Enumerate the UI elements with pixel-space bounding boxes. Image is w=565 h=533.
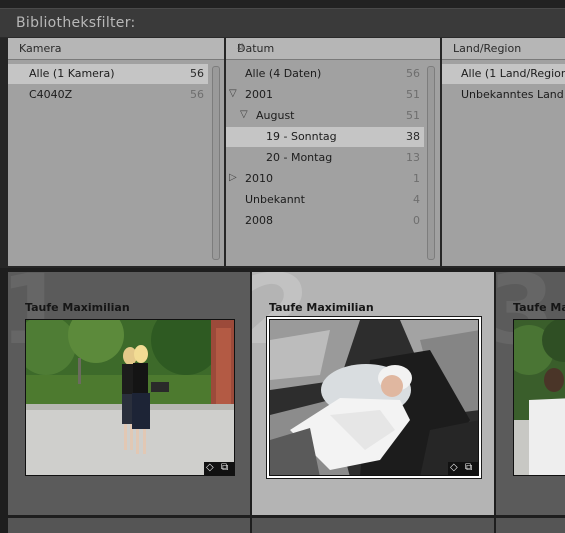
column-header-date[interactable]: Datum ⇵ xyxy=(226,38,440,60)
cell-title: Taufe Maximilian xyxy=(513,301,565,314)
filter-bar-title[interactable]: Bibliotheksfilter: xyxy=(0,8,565,38)
list-item[interactable]: ▽ 2001 51 xyxy=(226,85,424,105)
scrollbar[interactable] xyxy=(427,66,435,260)
triangle-down-icon[interactable]: ▽ xyxy=(229,88,237,99)
list-item-count: 56 xyxy=(190,88,204,101)
next-row-edge xyxy=(0,518,565,533)
list-item-count: 56 xyxy=(190,67,204,80)
tag-icon[interactable]: ◇ xyxy=(206,462,214,473)
list-item-label: Unbekanntes Land / Region xyxy=(461,88,565,101)
triangle-down-icon[interactable]: ▽ xyxy=(240,109,248,120)
photo-garden-scene xyxy=(26,320,234,475)
thumbnail-badges: ◇ ⧉ xyxy=(448,462,478,475)
list-item-label: Alle (4 Daten) xyxy=(245,67,322,80)
stack-icon[interactable]: ⧉ xyxy=(465,462,472,473)
photo-people-outdoors xyxy=(514,320,565,475)
list-item[interactable]: 20 - Montag 13 xyxy=(226,148,424,168)
column-country: Land/Region Alle (1 Land/Region) Unbekan… xyxy=(442,38,565,266)
list-item-label: Unbekannt xyxy=(245,193,305,206)
list-item-label: 19 - Sonntag xyxy=(266,130,337,143)
list-item-label: Alle (1 Land/Region) xyxy=(461,67,565,80)
grid-cell[interactable]: 1 Taufe Maximilian ◇ ⧉ xyxy=(8,272,250,515)
sort-icon[interactable]: ⇵ xyxy=(237,43,434,53)
thumbnail-image[interactable] xyxy=(513,319,565,476)
list-item-label: Alle (1 Kamera) xyxy=(29,67,115,80)
grid-cell-selected[interactable]: 2 Taufe Maximilian ◇ ⧉ xyxy=(252,272,494,515)
list-item[interactable]: Alle (4 Daten) 56 xyxy=(226,64,424,84)
list-item-count: 4 xyxy=(413,193,420,206)
stack-icon[interactable]: ⧉ xyxy=(221,462,228,473)
thumbnail-grid: 1 Taufe Maximilian ◇ ⧉ Taufe Maximilian … xyxy=(0,268,565,533)
list-item[interactable]: Alle (1 Land/Region) xyxy=(442,64,565,84)
list-item-count: 0 xyxy=(413,214,420,227)
list-item-count: 51 xyxy=(406,109,420,122)
tag-icon[interactable]: ◇ xyxy=(450,462,458,473)
list-item-count: 38 xyxy=(406,130,420,143)
grid-cell[interactable]: 3 Taufe Maximilian xyxy=(496,272,565,515)
list-item-count: 13 xyxy=(406,151,420,164)
triangle-right-icon[interactable]: ▷ xyxy=(229,172,237,183)
list-item-label: August xyxy=(256,109,295,122)
column-header-country[interactable]: Land/Region xyxy=(442,38,565,60)
list-item-count: 1 xyxy=(413,172,420,185)
list-item-label: 2008 xyxy=(245,214,273,227)
cell-title: Taufe Maximilian xyxy=(25,301,130,314)
list-item[interactable]: Unbekannt 4 xyxy=(226,190,424,210)
list-item-label: 20 - Montag xyxy=(266,151,333,164)
top-edge xyxy=(0,0,565,8)
filter-bar-label: Bibliotheksfilter: xyxy=(16,15,136,31)
column-camera: Kamera Alle (1 Kamera) 56 C4040Z 56 xyxy=(8,38,224,266)
list-item-label: C4040Z xyxy=(29,88,73,101)
thumbnail-image[interactable]: ◇ ⧉ xyxy=(25,319,235,476)
list-item-count: 56 xyxy=(406,67,420,80)
list-item[interactable]: Unbekanntes Land / Region xyxy=(442,85,565,105)
list-item[interactable]: ▽ August 51 xyxy=(226,106,424,126)
column-header-camera[interactable]: Kamera xyxy=(8,38,224,60)
list-item-label: 2010 xyxy=(245,172,273,185)
column-date: Datum ⇵ Alle (4 Daten) 56 ▽ 2001 51 ▽ Au… xyxy=(226,38,440,266)
list-item-count: 51 xyxy=(406,88,420,101)
list-item[interactable]: 2008 0 xyxy=(226,211,424,231)
cell-title: Taufe Maximilian xyxy=(269,301,374,314)
list-item[interactable]: Alle (1 Kamera) 56 xyxy=(8,64,208,84)
scrollbar[interactable] xyxy=(212,66,220,260)
thumbnail-badges: ◇ ⧉ xyxy=(204,462,234,475)
list-item[interactable]: 19 - Sonntag 38 xyxy=(226,127,424,147)
list-item[interactable]: ▷ 2010 1 xyxy=(226,169,424,189)
list-item-label: 2001 xyxy=(245,88,273,101)
metadata-filter-panel: Kamera Alle (1 Kamera) 56 C4040Z 56 Datu… xyxy=(0,38,565,268)
list-item[interactable]: C4040Z 56 xyxy=(8,85,208,105)
thumbnail-image[interactable]: ◇ ⧉ xyxy=(269,319,479,476)
photo-baby-in-pram xyxy=(270,320,478,475)
